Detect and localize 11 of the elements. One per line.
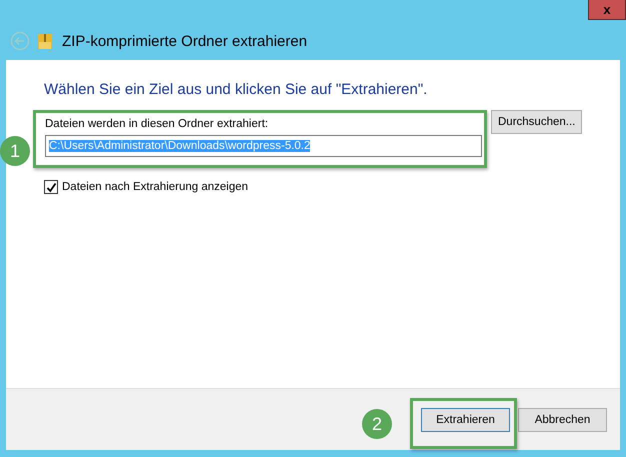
zip-folder-icon bbox=[38, 32, 52, 50]
path-text: C:\Users\Administrator\Downloads\wordpress-5.0.2 bbox=[49, 140, 310, 152]
window-title: ZIP-komprimierte Ordner extrahieren bbox=[62, 32, 308, 50]
close-button[interactable]: x bbox=[588, 0, 626, 20]
checkbox-label: Dateien nach Extrahierung anzeigen bbox=[62, 181, 248, 193]
extract-button[interactable]: Extrahieren bbox=[421, 408, 510, 432]
cancel-button[interactable]: Abbrechen bbox=[518, 408, 607, 432]
browse-button[interactable]: Durchsuchen... bbox=[491, 110, 582, 134]
destination-label: Dateien werden in diesen Ordner extrahiert: bbox=[45, 118, 270, 130]
instruction-heading: Wählen Sie ein Ziel aus und klicken Sie auf "Extrahieren". bbox=[44, 81, 428, 98]
checkbox[interactable] bbox=[44, 180, 58, 194]
